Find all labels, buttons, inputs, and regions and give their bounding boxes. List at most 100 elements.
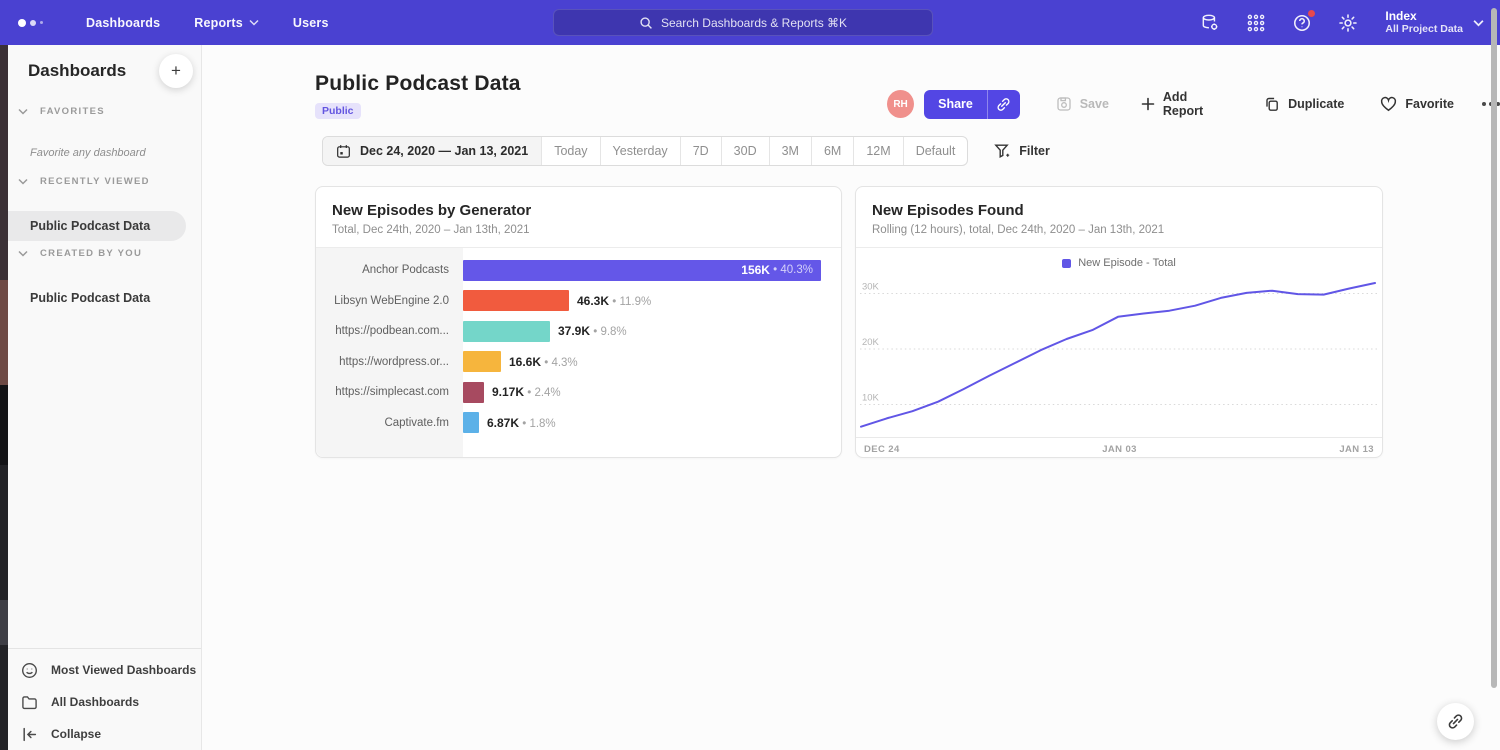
bar-value-label: 37.9K • 9.8%: [558, 324, 627, 338]
bar-segment[interactable]: [463, 321, 550, 342]
preset-7d[interactable]: 7D: [680, 137, 721, 165]
folder-icon: [21, 694, 38, 711]
bar-zone: 6.87K • 1.8%: [463, 412, 841, 433]
settings-gear-icon[interactable]: [1337, 12, 1359, 34]
search-input[interactable]: Search Dashboards & Reports ⌘K: [553, 9, 933, 36]
bar-category-label: Anchor Podcasts: [316, 264, 463, 276]
copy-link-button[interactable]: [987, 90, 1020, 119]
bar-row: https://wordpress.or...16.6K • 4.3%: [316, 347, 841, 378]
page-title: Public Podcast Data: [315, 72, 521, 96]
bar-chart-body: Anchor Podcasts 156K • 40.3% Libsyn WebEng…: [316, 248, 841, 457]
legend-swatch: [1062, 259, 1071, 268]
date-toolbar: Dec 24, 2020 — Jan 13, 2021 TodayYesterd…: [322, 136, 1050, 166]
link-icon: [996, 97, 1011, 112]
line-series[interactable]: [861, 283, 1375, 427]
section-chevron-icon: [18, 178, 28, 185]
calendar-icon: [336, 144, 351, 159]
bar-chart-header[interactable]: New Episodes by Generator Total, Dec 24t…: [316, 187, 841, 248]
main-content: Public Podcast Data Public RH Share: [202, 45, 1500, 750]
footer-item-label: Most Viewed Dashboards: [51, 663, 196, 677]
share-button[interactable]: Share: [924, 90, 1020, 119]
bar-value-label: 9.17K • 2.4%: [492, 385, 561, 399]
preset-12m[interactable]: 12M: [853, 137, 902, 165]
bar-zone: 9.17K • 2.4%: [463, 382, 841, 403]
bar-value: 16.6K: [509, 355, 541, 369]
nav-item-users[interactable]: Users: [293, 16, 329, 30]
bar-segment[interactable]: [463, 382, 484, 403]
project-name: Index: [1385, 9, 1463, 23]
page-scrollbar-thumb[interactable]: [1491, 8, 1497, 688]
favorite-label: Favorite: [1405, 97, 1454, 111]
y-tick-label: 30K: [862, 281, 879, 292]
sidebar-footer-all-dashboards[interactable]: All Dashboards: [8, 686, 201, 718]
bar-value: 37.9K: [558, 324, 590, 338]
plus-icon: [1141, 97, 1155, 111]
sidebar-footer-most-viewed-dashboards[interactable]: Most Viewed Dashboards: [8, 654, 201, 686]
section-chevron-icon: [18, 108, 28, 115]
chart-legend[interactable]: New Episode - Total: [856, 252, 1382, 274]
bar-chart-title: New Episodes by Generator: [332, 202, 825, 219]
bar-segment[interactable]: 156K • 40.3%: [463, 260, 821, 281]
add-report-button[interactable]: Add Report: [1141, 90, 1228, 118]
preset-default[interactable]: Default: [903, 137, 968, 165]
share-label[interactable]: Share: [924, 90, 987, 119]
duplicate-button[interactable]: Duplicate: [1264, 96, 1344, 112]
help-icon[interactable]: [1291, 12, 1313, 34]
bar-segment[interactable]: [463, 412, 479, 433]
data-management-icon[interactable]: [1199, 12, 1221, 34]
bar-value: 6.87K: [487, 416, 519, 430]
section-label: CREATED BY YOU: [40, 248, 142, 259]
sidebar-item-public-podcast-data[interactable]: Public Podcast Data: [8, 283, 150, 313]
bar-row: Libsyn WebEngine 2.0 46.3K • 11.9%: [316, 286, 841, 317]
bar-category-label: Libsyn WebEngine 2.0: [316, 295, 463, 307]
preset-30d[interactable]: 30D: [721, 137, 769, 165]
sidebar-section-created-by-you[interactable]: CREATED BY YOU: [8, 248, 201, 259]
preset-yesterday[interactable]: Yesterday: [600, 137, 680, 165]
apps-grid-icon[interactable]: [1245, 12, 1267, 34]
save-button[interactable]: Save: [1056, 96, 1109, 112]
nav-item-label: Reports: [194, 16, 243, 30]
bar-value-label: 16.6K • 4.3%: [509, 355, 578, 369]
project-switcher[interactable]: Index All Project Data: [1385, 9, 1484, 36]
mixpanel-logo-icon[interactable]: [18, 19, 58, 27]
background-window-edge: [0, 45, 8, 750]
bar-value-label: 46.3K • 11.9%: [577, 294, 651, 308]
date-range-button[interactable]: Dec 24, 2020 — Jan 13, 2021: [323, 137, 541, 165]
preset-today[interactable]: Today: [541, 137, 599, 165]
line-chart-title: New Episodes Found: [872, 202, 1366, 219]
line-plot[interactable]: 10K20K30K: [860, 280, 1377, 437]
bar-zone: 156K • 40.3%: [463, 260, 841, 281]
floating-share-link-button[interactable]: [1437, 703, 1474, 740]
link-icon: [1447, 713, 1464, 730]
duplicate-label: Duplicate: [1288, 97, 1344, 111]
x-tick-end: JAN 13: [1339, 444, 1374, 455]
bar-segment[interactable]: [463, 290, 569, 311]
nav-item-reports[interactable]: Reports: [194, 16, 259, 30]
sidebar-footer-collapse[interactable]: Collapse: [8, 718, 201, 750]
search-icon: [639, 16, 653, 30]
bar-chart-card: New Episodes by Generator Total, Dec 24t…: [315, 186, 842, 458]
preset-3m[interactable]: 3M: [769, 137, 811, 165]
section-label: RECENTLY VIEWED: [40, 176, 150, 187]
bar-value-label: 6.87K • 1.8%: [487, 416, 556, 430]
favorite-button[interactable]: Favorite: [1380, 96, 1454, 112]
bar-segment[interactable]: [463, 351, 501, 372]
preset-6m[interactable]: 6M: [811, 137, 853, 165]
bar-value-label: 156K • 40.3%: [741, 260, 813, 281]
sidebar-section-favorites[interactable]: FAVORITES: [8, 106, 201, 117]
date-range-label: Dec 24, 2020 — Jan 13, 2021: [360, 144, 528, 158]
top-nav: Dashboards Reports Users Search Dashboards…: [0, 0, 1500, 45]
nav-item-dashboards[interactable]: Dashboards: [86, 16, 160, 30]
filter-button[interactable]: Filter: [994, 143, 1050, 159]
project-subtitle: All Project Data: [1385, 23, 1463, 36]
heart-icon: [1380, 96, 1397, 112]
add-dashboard-button[interactable]: +: [159, 54, 193, 88]
smiley-icon: [21, 662, 38, 679]
avatar[interactable]: RH: [887, 90, 914, 118]
sidebar-item-public-podcast-data[interactable]: Public Podcast Data: [8, 211, 186, 241]
nav-item-label: Dashboards: [86, 16, 160, 30]
nav-right: Index All Project Data: [1199, 0, 1484, 45]
bar-percent: • 1.8%: [519, 418, 556, 430]
line-chart-header[interactable]: New Episodes Found Rolling (12 hours), t…: [856, 187, 1382, 248]
sidebar-section-recently-viewed[interactable]: RECENTLY VIEWED: [8, 176, 201, 187]
